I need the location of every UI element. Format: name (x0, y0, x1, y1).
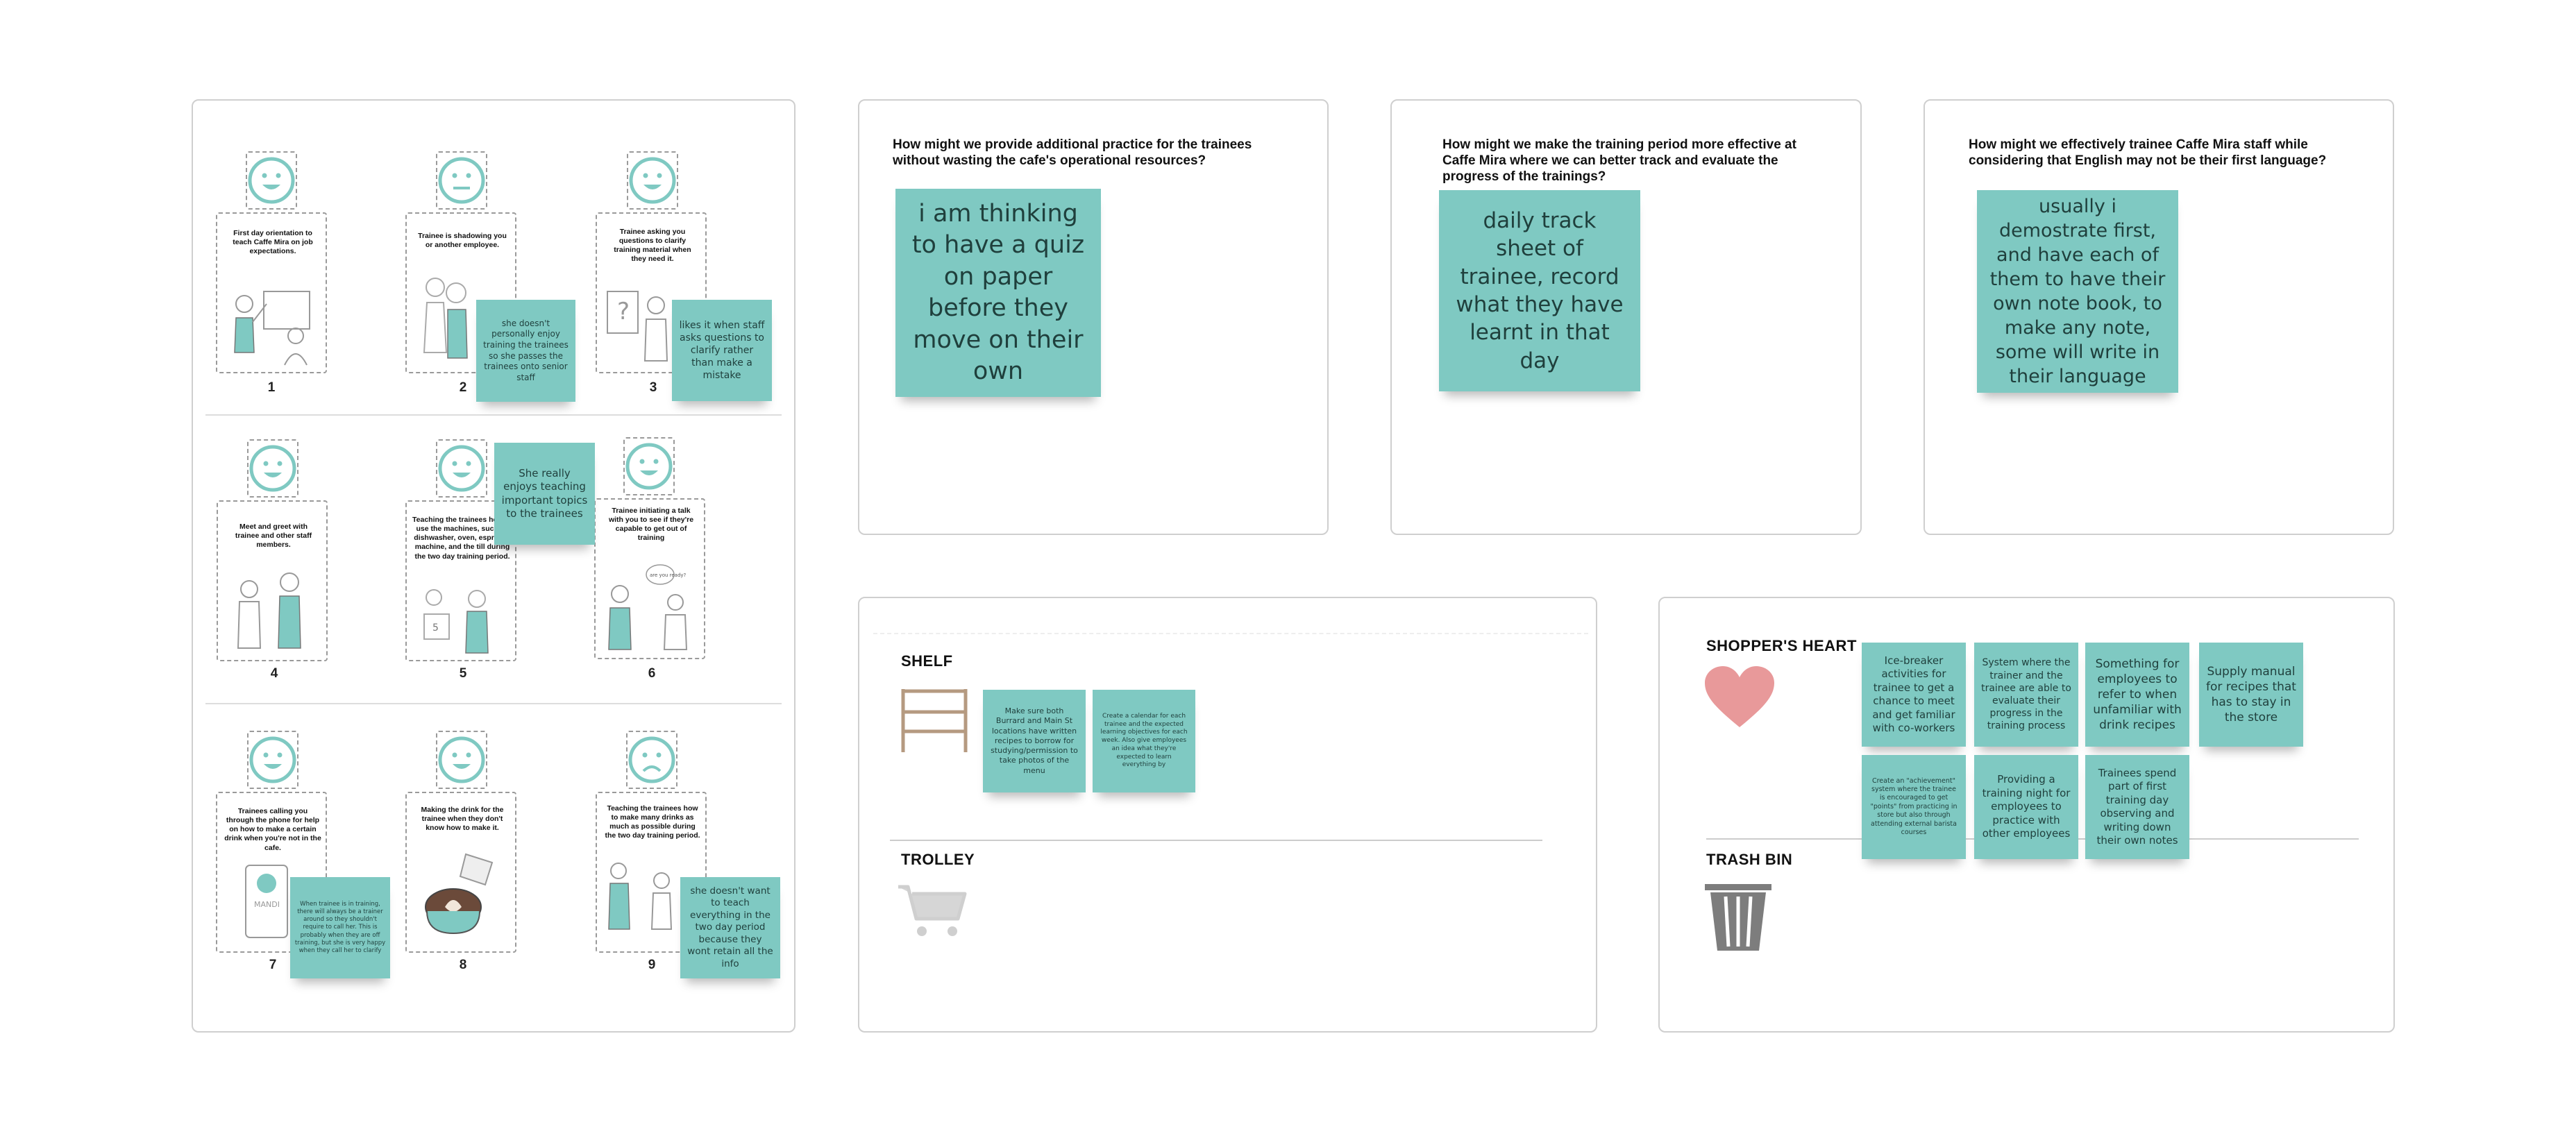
happy-face-icon (438, 445, 485, 492)
orientation-illustration (234, 291, 310, 366)
sticky-note[interactable]: Providing a training night for employees… (1974, 755, 2078, 859)
hmw-question: How might we provide additional practice… (893, 137, 1252, 168)
svg-text:?: ? (617, 298, 630, 325)
sticky-note[interactable]: Trainees spend part of first training da… (2085, 755, 2189, 859)
shoppers-heart-label: SHOPPER'S HEART (1706, 637, 1857, 654)
svg-text:5: 5 (432, 622, 439, 634)
panel-caption: Trainee asking you questions to clarify … (614, 228, 691, 264)
dashed-guide (873, 633, 1588, 634)
sticky-note[interactable]: i am thinking to have a quiz on paper be… (895, 189, 1101, 397)
scene-frame: Making the drink for the trainee when th… (405, 792, 516, 953)
sticky-note[interactable]: Make sure both Burrard and Main St locat… (983, 690, 1086, 792)
phone-caller-text: MANDI (254, 900, 280, 909)
trash-bin-label: TRASH BIN (1706, 851, 1793, 868)
board-divider (890, 840, 1542, 841)
happy-face-icon (249, 736, 296, 783)
sticky-note[interactable]: System where the trainer and the trainee… (1974, 643, 2078, 747)
latte-art-illustration (425, 853, 494, 935)
sticky-note[interactable]: daily track sheet of trainee, record wha… (1439, 190, 1640, 391)
scene-frame: Meet and greet with trainee and other st… (217, 500, 328, 661)
face-frame (247, 439, 298, 498)
panel-number: 7 (269, 958, 277, 972)
speech-bubble-text: are you ready? (650, 572, 687, 578)
face-frame (246, 151, 297, 210)
trolley-label: TROLLEY (901, 851, 975, 868)
sticky-note[interactable]: likes it when staff asks questions to cl… (672, 300, 772, 401)
sticky-note[interactable]: Create an "achievement" system where the… (1862, 755, 1966, 859)
trolley-icon (898, 885, 967, 936)
scene-frame: Trainee initiating a talk with you to se… (594, 498, 705, 659)
panel-number: 9 (648, 958, 656, 972)
panel-number: 3 (649, 380, 657, 395)
talk-illustration: are you ready? (608, 564, 688, 650)
trash-bin-icon (1705, 884, 1771, 951)
sticky-note[interactable]: She really enjoys teaching important top… (494, 443, 595, 545)
face-frame (623, 437, 675, 495)
happy-face-icon (249, 445, 296, 492)
face-frame (436, 439, 487, 498)
panel-number: 1 (267, 380, 276, 395)
scene-frame: First day orientation to teach Caffe Mir… (216, 212, 327, 373)
face-frame (436, 731, 487, 789)
panel-caption: Trainees calling you through the phone f… (224, 807, 321, 852)
panel-caption: Trainee initiating a talk with you to se… (608, 507, 694, 543)
panel-caption: Meet and greet with trainee and other st… (235, 523, 312, 550)
panel-number: 2 (459, 380, 467, 395)
hmw-question: How might we make the training period mo… (1442, 137, 1796, 184)
panel-number: 6 (648, 666, 656, 681)
panel-number: 4 (270, 666, 278, 681)
shelf-label: SHELF (901, 652, 953, 670)
face-frame (436, 151, 487, 210)
heart-icon (1705, 666, 1774, 727)
shelf-icon (901, 689, 968, 752)
sad-face-icon (628, 736, 675, 783)
happy-face-icon (248, 157, 295, 204)
panel-number: 5 (459, 666, 467, 681)
sticky-note[interactable]: Ice-breaker activities for trainee to ge… (1862, 643, 1966, 747)
panel-number: 8 (459, 958, 467, 972)
sticky-note[interactable]: she doesn't personally enjoy training th… (476, 300, 575, 402)
happy-face-icon (629, 157, 676, 204)
sticky-note[interactable]: she doesn't want to teach everything in … (680, 877, 780, 978)
panel-caption: Teaching the trainees how to make many d… (605, 804, 700, 840)
row-divider (205, 703, 782, 704)
sticky-note[interactable]: Supply manual for recipes that has to st… (2199, 643, 2303, 747)
sticky-note[interactable]: Create a calendar for each trainee and t… (1093, 690, 1195, 792)
sticky-note[interactable]: Something for employees to refer to when… (2085, 643, 2189, 747)
greeting-illustration (237, 572, 301, 649)
face-frame (627, 151, 678, 210)
panel-caption: Trainee is shadowing you or another empl… (418, 232, 507, 250)
panel-caption: First day orientation to teach Caffe Mir… (233, 229, 313, 256)
face-frame (247, 731, 298, 789)
neutral-face-icon (438, 157, 485, 204)
machines-illustration: 5 (423, 589, 489, 654)
hmw-question: How might we effectively trainee Caffe M… (1969, 137, 2327, 168)
happy-face-icon (625, 443, 673, 490)
row-divider (205, 414, 782, 416)
happy-face-icon (438, 736, 485, 783)
panel-caption: Making the drink for the trainee when th… (421, 806, 504, 833)
sticky-note[interactable]: When trainee is in training, there will … (290, 877, 390, 978)
face-frame (626, 731, 677, 789)
sticky-note[interactable]: usually i demostrate first, and have eac… (1977, 190, 2178, 393)
shelf-board (858, 597, 1597, 1033)
